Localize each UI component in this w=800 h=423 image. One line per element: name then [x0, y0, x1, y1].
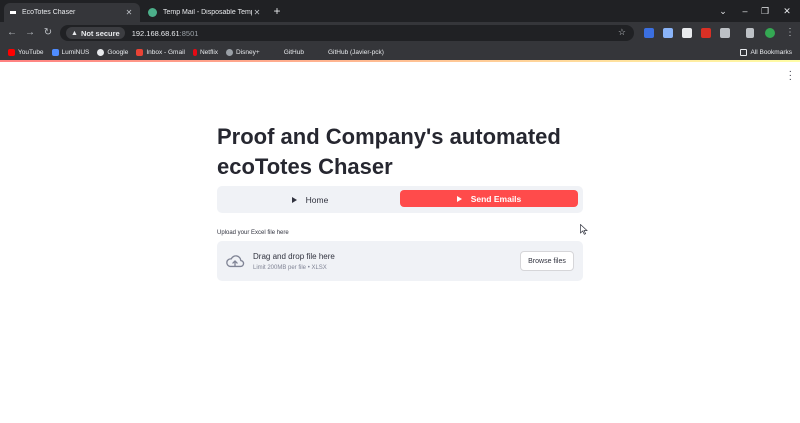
- uploader-label: Upload your Excel file here: [217, 230, 289, 236]
- close-window-button[interactable]: ✕: [776, 4, 798, 18]
- tab-search-icon[interactable]: ⌄: [712, 4, 734, 18]
- bookmark-label: YouTube: [18, 48, 44, 56]
- globe-icon: [226, 48, 234, 56]
- all-bookmarks-label: All Bookmarks: [750, 48, 792, 56]
- bookmark-github-javier[interactable]: GitHub (Javier-pck): [317, 48, 384, 56]
- side-panel-icon[interactable]: [746, 28, 754, 38]
- dropzone-title: Drag and drop file here: [253, 252, 335, 261]
- bookmark-gmail[interactable]: Inbox - Gmail: [136, 48, 185, 56]
- github-icon: [317, 48, 325, 56]
- nav-home[interactable]: Home: [222, 190, 398, 209]
- luminus-icon: [51, 48, 59, 56]
- page-title: Proof and Company's automated ecoTotes C…: [217, 124, 561, 179]
- bookmark-label: GitHub (Javier-pck): [327, 48, 384, 56]
- url-host: 192.168.68.61: [131, 28, 180, 38]
- play-icon: [456, 195, 462, 202]
- tab-ecototes[interactable]: EcoTotes Chaser ✕: [4, 3, 140, 22]
- all-bookmarks[interactable]: All Bookmarks: [740, 48, 792, 56]
- nav-send-emails[interactable]: Send Emails: [400, 190, 578, 207]
- browser-toolbar: ← → ↻ ▲ Not secure 192.168.68.61:8501 ☆ …: [0, 22, 800, 44]
- tab-temp-mail[interactable]: Temp Mail - Disposable Tempo ✕: [142, 3, 268, 22]
- extension-icon[interactable]: [644, 28, 654, 38]
- bookmark-label: LumiNUS: [61, 48, 90, 56]
- extension-icon[interactable]: [663, 28, 673, 38]
- bookmark-label: Google: [107, 48, 129, 56]
- nav-send-label: Send Emails: [470, 193, 522, 204]
- play-icon: [291, 196, 297, 203]
- close-icon[interactable]: ✕: [252, 8, 262, 17]
- close-icon[interactable]: ✕: [124, 8, 134, 17]
- bookmark-label: Disney+: [236, 48, 260, 56]
- kebab-menu-icon[interactable]: · · ·: [789, 67, 792, 85]
- google-icon: [97, 48, 105, 56]
- bookmark-luminus[interactable]: LumiNUS: [51, 48, 90, 56]
- youtube-icon: [8, 48, 15, 56]
- file-dropzone[interactable]: Drag and drop file here Limit 200MB per …: [217, 241, 583, 281]
- bookmark-netflix[interactable]: Netflix: [192, 48, 219, 56]
- dropzone-limit: Limit 200MB per file • XLSX: [253, 265, 327, 271]
- forward-button[interactable]: →: [23, 26, 37, 40]
- nav-home-label: Home: [305, 194, 329, 205]
- maximize-button[interactable]: ❐: [754, 4, 776, 18]
- tab-favicon: [10, 11, 16, 14]
- github-icon: [273, 48, 281, 56]
- browse-files-button[interactable]: Browse files: [520, 251, 574, 271]
- bookmark-google[interactable]: Google: [97, 48, 129, 56]
- star-icon[interactable]: ☆: [618, 27, 626, 38]
- security-chip[interactable]: ▲ Not secure: [66, 27, 125, 39]
- extension-icon[interactable]: [701, 28, 711, 38]
- gmail-icon: [136, 48, 144, 56]
- tab-title: EcoTotes Chaser: [22, 9, 76, 16]
- streamlit-decoration-bar: [0, 60, 800, 62]
- mouse-cursor-icon: [580, 224, 588, 235]
- browser-menu-icon[interactable]: ⋮: [783, 26, 797, 40]
- tab-favicon: [148, 8, 157, 17]
- bookmark-label: Netflix: [199, 48, 219, 56]
- reload-button[interactable]: ↻: [41, 26, 55, 40]
- tab-strip: EcoTotes Chaser ✕ Temp Mail - Disposable…: [0, 0, 800, 22]
- warning-icon: ▲: [71, 29, 78, 37]
- bookmarks-bar: YouTube LumiNUS Google Inbox - Gmail Net…: [0, 44, 800, 60]
- security-label: Not secure: [80, 28, 120, 38]
- folder-icon: [740, 48, 748, 56]
- bookmark-label: GitHub: [283, 48, 304, 56]
- option-menu: Home Send Emails: [217, 186, 583, 213]
- netflix-icon: [192, 48, 197, 56]
- extension-icon[interactable]: [682, 28, 692, 38]
- tab-title: Temp Mail - Disposable Tempo: [163, 9, 252, 16]
- extensions-puzzle-icon[interactable]: [720, 28, 730, 38]
- avatar[interactable]: [765, 28, 775, 38]
- url-port: :8501: [179, 28, 199, 38]
- new-tab-button[interactable]: +: [270, 5, 284, 19]
- upload-cloud-icon: [226, 255, 245, 268]
- back-button[interactable]: ←: [5, 26, 19, 40]
- bookmark-disney[interactable]: Disney+: [226, 48, 260, 56]
- address-bar[interactable]: ▲ Not secure 192.168.68.61:8501 ☆: [60, 25, 634, 41]
- minimize-button[interactable]: –: [734, 4, 756, 18]
- bookmark-youtube[interactable]: YouTube: [8, 48, 44, 56]
- bookmark-label: Inbox - Gmail: [146, 48, 185, 56]
- bookmark-github[interactable]: GitHub: [273, 48, 304, 56]
